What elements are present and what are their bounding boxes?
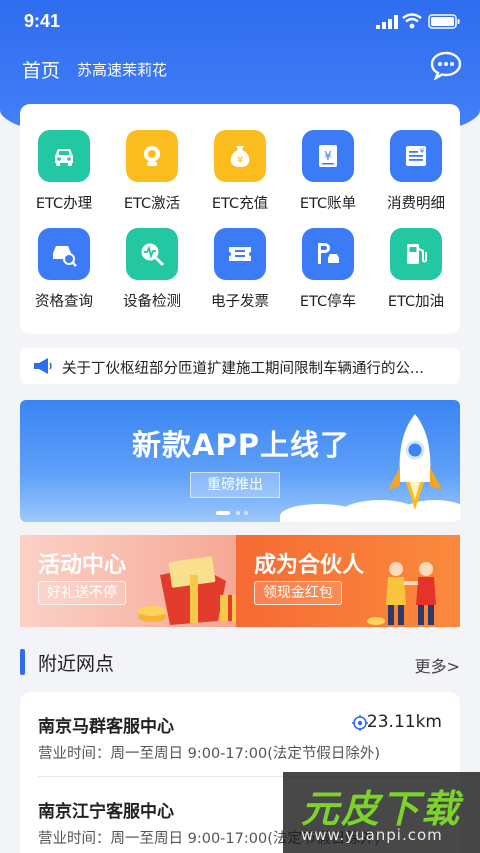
parking-icon	[302, 228, 354, 280]
service-label: 设备检测	[123, 294, 181, 310]
section-title: 附近网点	[38, 653, 115, 675]
watermark-brand: 元皮下载	[301, 787, 462, 831]
location-label[interactable]: 苏高速茉莉花	[77, 59, 167, 80]
outlet-name: 南京马群客服中心	[38, 717, 174, 737]
service-etc-activate[interactable]: ETC激活	[108, 130, 196, 226]
megaphone-icon	[34, 358, 52, 374]
receipt-icon: ¥	[390, 130, 442, 182]
service-label: ETC办理	[35, 196, 93, 212]
service-etc-fuel[interactable]: ETC加油	[372, 228, 460, 324]
service-label: 消费明细	[387, 196, 445, 212]
more-link[interactable]: 更多>	[415, 653, 460, 677]
service-label: 电子发票	[211, 294, 269, 310]
promo-button[interactable]: 好礼送不停	[38, 581, 126, 605]
location-pin-icon	[352, 715, 368, 731]
service-label: ETC停车	[299, 294, 357, 310]
gift-box-illustration	[138, 556, 240, 625]
battery-icon	[428, 14, 460, 29]
service-etc-bill[interactable]: ¥ ETC账单	[284, 130, 372, 226]
promo-become-partner[interactable]: 成为合伙人 领现金红包	[236, 535, 460, 627]
service-label: ETC加油	[387, 294, 445, 310]
outlet-name: 南京江宁客服中心	[38, 802, 174, 822]
service-label: ETC账单	[299, 196, 357, 212]
message-icon[interactable]	[430, 50, 462, 80]
service-device-check[interactable]: 设备检测	[108, 228, 196, 324]
status-time: 9:41	[24, 11, 61, 31]
service-grid: ETC办理 ETC激活 ¥ ETC充值 ¥ ETC账单 ¥ 消费明细 资格查询	[20, 104, 460, 334]
service-etc-apply[interactable]: ETC办理	[20, 130, 108, 226]
service-etc-parking[interactable]: ETC停车	[284, 228, 372, 324]
svg-text:¥: ¥	[324, 149, 332, 163]
device-check-icon	[126, 228, 178, 280]
outlet-hours: 营业时间：周一至周日 9:00-17:00(法定节假日除外)	[38, 746, 381, 762]
watermark: 元皮下载 www.yuanpi.com	[283, 772, 480, 853]
signal-icon	[376, 15, 398, 29]
car-search-icon	[38, 228, 90, 280]
section-accent-bar	[20, 649, 25, 675]
nearby-section-header: 附近网点 更多>	[20, 647, 460, 679]
promo-title: 活动中心	[38, 553, 127, 578]
outlet-item[interactable]: 南京马群客服中心 23.11km 营业时间：周一至周日 9:00-17:00(法…	[38, 692, 442, 772]
top-nav: 首页 苏高速茉莉花	[0, 48, 480, 88]
outlet-distance: 23.11km	[366, 712, 442, 732]
promo-button[interactable]: 领现金红包	[254, 581, 342, 605]
service-e-invoice[interactable]: 电子发票	[196, 228, 284, 324]
home-title[interactable]: 首页	[22, 56, 60, 83]
promo-activity-center[interactable]: 活动中心 好礼送不停	[20, 535, 244, 627]
service-label: 资格查询	[35, 294, 93, 310]
money-bag-icon: ¥	[214, 130, 266, 182]
service-etc-topup[interactable]: ¥ ETC充值	[196, 130, 284, 226]
partners-illustration	[367, 562, 436, 625]
banner-title: 新款APP上线了	[132, 428, 350, 462]
activate-icon	[126, 130, 178, 182]
service-label: ETC激活	[123, 196, 181, 212]
svg-text:¥: ¥	[420, 147, 425, 155]
rocket-illustration	[388, 414, 442, 510]
notice-text: 关于丁伙枢纽部分匝道扩建施工期间限制车辆通行的公...	[62, 361, 424, 377]
fuel-icon	[390, 228, 442, 280]
ticket-icon	[214, 228, 266, 280]
svg-text:¥: ¥	[237, 155, 243, 166]
notice-bar[interactable]: 关于丁伙枢纽部分匝道扩建施工期间限制车辆通行的公...	[20, 348, 460, 384]
service-label: ETC充值	[211, 196, 269, 212]
service-eligibility-query[interactable]: 资格查询	[20, 228, 108, 324]
banner-button[interactable]: 重磅推出	[190, 472, 280, 498]
watermark-url: www.yuanpi.com	[301, 826, 443, 844]
wifi-icon	[402, 13, 422, 29]
carousel-dots	[216, 511, 248, 515]
promo-banner[interactable]: 新款APP上线了 重磅推出	[20, 400, 460, 522]
status-bar: 9:41	[0, 0, 480, 44]
promo-title: 成为合伙人	[254, 553, 365, 578]
car-icon	[38, 130, 90, 182]
bill-icon: ¥	[302, 130, 354, 182]
service-consumption-detail[interactable]: ¥ 消费明细	[372, 130, 460, 226]
